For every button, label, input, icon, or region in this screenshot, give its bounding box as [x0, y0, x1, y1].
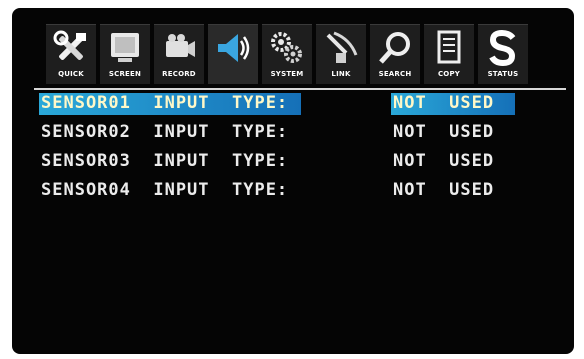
tab-label: SEARCH — [378, 70, 412, 78]
magnifier-icon — [379, 32, 410, 64]
satellite-icon — [326, 31, 358, 63]
speaker-icon — [218, 34, 250, 62]
tab-link[interactable]: LINK — [316, 24, 366, 84]
tab-label: RECORD — [162, 70, 196, 78]
sensor-row[interactable]: SENSOR04 INPUT TYPE: NOT USED — [39, 179, 515, 203]
tab-label: STATUS — [487, 70, 519, 78]
tab-status[interactable]: STATUS — [478, 24, 528, 84]
menu-toolbar: QUICK SCREEN RECORD SYSTEM LINK SEARCH C… — [46, 24, 566, 86]
sensor-label: SENSOR02 INPUT TYPE: — [41, 122, 289, 142]
toolbar-divider — [34, 88, 566, 90]
tab-label: QUICK — [58, 70, 84, 78]
tab-copy[interactable]: COPY — [424, 24, 474, 84]
camera-icon — [166, 34, 195, 57]
tab-quick[interactable]: QUICK — [46, 24, 96, 84]
sensor-value[interactable]: NOT USED — [393, 121, 494, 143]
document-icon — [437, 30, 461, 64]
tab-label: COPY — [437, 70, 461, 78]
sensor-row[interactable]: SENSOR01 INPUT TYPE: NOT USED — [39, 92, 515, 116]
status-s-icon — [489, 29, 516, 67]
sensor-label: SENSOR03 INPUT TYPE: — [41, 151, 289, 171]
tab-screen[interactable]: SCREEN — [100, 24, 150, 84]
tools-icon — [53, 30, 86, 60]
gears-icon — [271, 32, 302, 63]
tab-label: LINK — [331, 70, 351, 78]
tab-search[interactable]: SEARCH — [370, 24, 420, 84]
tab-system[interactable]: SYSTEM — [262, 24, 312, 84]
sensor-row[interactable]: SENSOR02 INPUT TYPE: NOT USED — [39, 121, 515, 145]
sensor-label: SENSOR04 INPUT TYPE: — [41, 180, 289, 200]
sensor-row[interactable]: SENSOR03 INPUT TYPE: NOT USED — [39, 150, 515, 174]
dvr-menu-screen: QUICK SCREEN RECORD SYSTEM LINK SEARCH C… — [12, 8, 574, 354]
tab-label: SCREEN — [108, 70, 142, 78]
tab-record[interactable]: RECORD — [154, 24, 204, 84]
tab-alarm[interactable] — [208, 24, 258, 84]
monitor-icon — [111, 33, 139, 62]
sensor-value[interactable]: NOT USED — [393, 179, 494, 201]
sensor-value[interactable]: NOT USED — [393, 150, 494, 172]
sensor-label: SENSOR01 INPUT TYPE: — [41, 93, 289, 113]
sensor-value[interactable]: NOT USED — [393, 92, 494, 114]
tab-label: SYSTEM — [270, 70, 304, 78]
